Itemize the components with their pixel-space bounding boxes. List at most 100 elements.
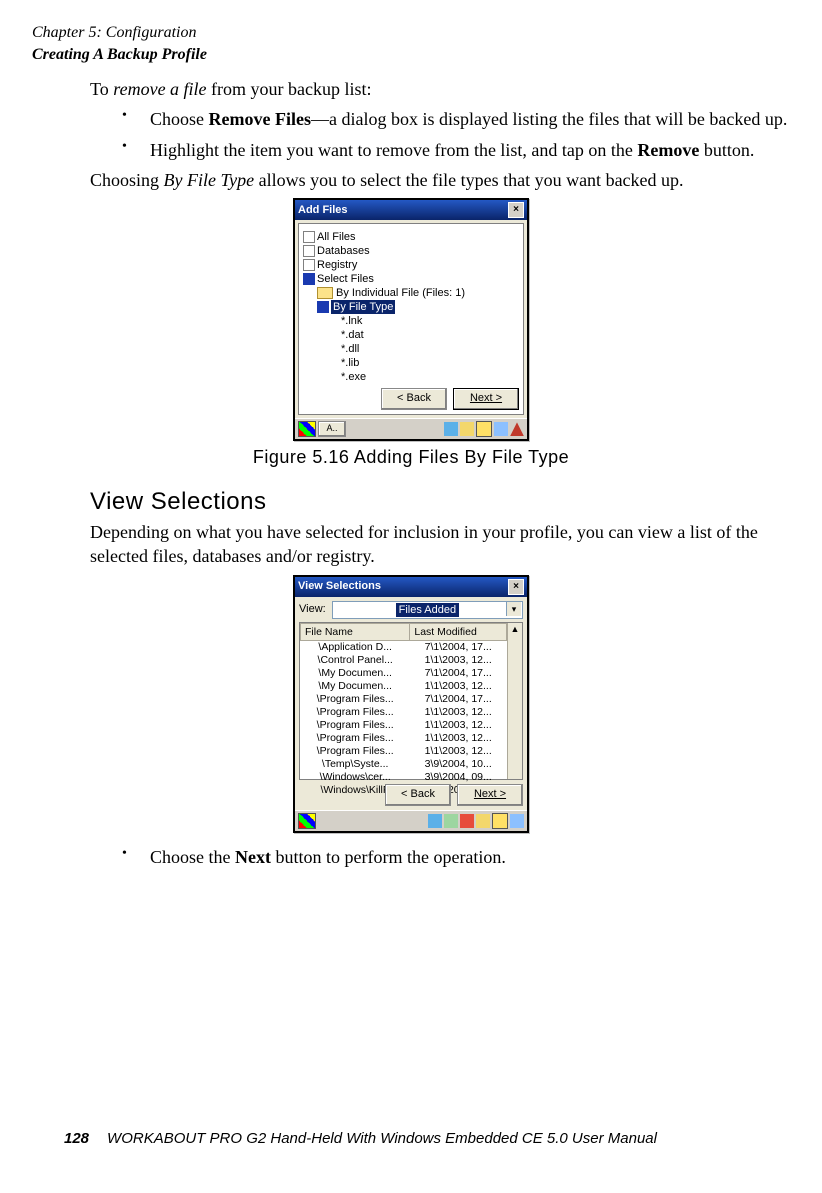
view-para: Depending on what you have selected for … <box>90 520 790 569</box>
choose-para: Choosing By File Type allows you to sele… <box>90 168 790 192</box>
tree-item[interactable]: Select Files <box>303 272 519 286</box>
back-button[interactable]: < Back <box>385 784 451 806</box>
table-row[interactable]: \Windows\cer...3\9\2004, 09... <box>301 771 507 784</box>
text: Choose <box>150 109 209 129</box>
tray-icon[interactable] <box>492 813 508 829</box>
view-row: View: Files Added <box>299 601 523 619</box>
text: from your backup list: <box>207 79 372 99</box>
table-row[interactable]: \Application D...7\1\2004, 17... <box>301 640 507 654</box>
tray-icon[interactable] <box>444 814 458 828</box>
table-row[interactable]: \Program Files...1\1\2003, 12... <box>301 732 507 745</box>
text: Remove Files <box>209 109 311 129</box>
chapter-line: Chapter 5: Configuration <box>32 22 790 44</box>
tray-icon[interactable] <box>444 422 458 436</box>
section-heading: View Selections <box>90 486 790 518</box>
tray-icon[interactable] <box>476 421 492 437</box>
tree-label: *.lnk <box>341 314 362 328</box>
tree-label: *.dat <box>341 328 364 342</box>
figure-caption: Figure 5.16 Adding Files By File Type <box>32 445 790 469</box>
tree-label: Select Files <box>317 272 374 286</box>
tray-icon[interactable] <box>460 422 474 436</box>
col-modified[interactable]: Last Modified <box>410 623 507 640</box>
scrollbar[interactable]: ▲ <box>507 623 522 779</box>
table-row[interactable]: \Program Files...1\1\2003, 12... <box>301 719 507 732</box>
text: button. <box>699 140 754 160</box>
next-button[interactable]: Next > <box>453 388 519 410</box>
text: To <box>90 79 113 99</box>
table-header[interactable]: File Name Last Modified <box>301 623 507 640</box>
tree-item[interactable]: All Files <box>303 230 519 244</box>
folder-icon <box>317 287 333 299</box>
col-filename[interactable]: File Name <box>301 623 410 640</box>
tree-pane: All Files Databases Registry Select File… <box>298 223 524 415</box>
file-list: File Name Last Modified \Application D..… <box>299 622 523 780</box>
titlebar: View Selections × <box>295 577 527 597</box>
table-row[interactable]: \My Documen...1\1\2003, 12... <box>301 680 507 693</box>
tree-item[interactable]: By Individual File (Files: 1) <box>317 286 519 300</box>
list-item: Choose the Next button to perform the op… <box>122 845 790 869</box>
chapter-header: Chapter 5: Configuration Creating A Back… <box>32 22 790 65</box>
tray-icon[interactable] <box>494 422 508 436</box>
tree-item[interactable]: Databases <box>303 244 519 258</box>
tree-label: All Files <box>317 230 356 244</box>
tree-item[interactable]: *.lnk <box>341 314 519 328</box>
start-icon[interactable] <box>298 421 316 437</box>
text: button to perform the operation. <box>271 847 506 867</box>
tray-icon[interactable] <box>510 814 524 828</box>
tree-label: *.dll <box>341 342 359 356</box>
view-label: View: <box>299 602 326 617</box>
tree-item[interactable]: *.dat <box>341 328 519 342</box>
tree-item[interactable]: Registry <box>303 258 519 272</box>
taskbar: A.. <box>295 418 527 439</box>
remove-steps: Choose Remove Files—a dialog box is disp… <box>122 107 790 162</box>
text: Next <box>235 847 271 867</box>
list-item: Choose Remove Files—a dialog box is disp… <box>122 107 790 131</box>
table-row[interactable]: \Program Files...7\1\2004, 17... <box>301 693 507 706</box>
figure-view-selections: View Selections × View: Files Added File… <box>32 575 790 833</box>
tree-label: By Individual File (Files: 1) <box>336 286 465 300</box>
text: allows you to select the file types that… <box>254 170 683 190</box>
tray-icon[interactable] <box>476 814 490 828</box>
close-icon[interactable]: × <box>508 202 524 218</box>
final-step: Choose the Next button to perform the op… <box>122 845 790 869</box>
page-footer: 128 WORKABOUT PRO G2 Hand-Held With Wind… <box>64 1129 758 1149</box>
table-row[interactable]: \Program Files...1\1\2003, 12... <box>301 745 507 758</box>
tree-item-selected[interactable]: By File Type <box>317 300 519 314</box>
text: Choose the <box>150 847 235 867</box>
page-number: 128 <box>64 1129 89 1149</box>
task-button[interactable]: A.. <box>318 421 346 437</box>
text: Remove <box>637 140 699 160</box>
table-row[interactable]: \Control Panel...1\1\2003, 12... <box>301 654 507 667</box>
view-select[interactable]: Files Added <box>332 601 523 619</box>
tray-icon[interactable] <box>428 814 442 828</box>
titlebar: Add Files × <box>295 200 527 220</box>
back-button[interactable]: < Back <box>381 388 447 410</box>
next-button[interactable]: Next > <box>457 784 523 806</box>
text: Choosing <box>90 170 164 190</box>
figure-add-files: Add Files × All Files Databases Registry… <box>32 198 790 469</box>
tree-label: Databases <box>317 244 370 258</box>
table-row[interactable]: \My Documen...7\1\2004, 17... <box>301 667 507 680</box>
intro-para: To remove a file from your backup list: <box>90 77 790 101</box>
table-row[interactable]: \Program Files...1\1\2003, 12... <box>301 706 507 719</box>
tree-item[interactable]: *.dll <box>341 342 519 356</box>
chapter-subtitle: Creating A Backup Profile <box>32 44 790 66</box>
pen-icon[interactable] <box>510 422 524 436</box>
text: By File Type <box>164 170 255 190</box>
text: —a dialog box is displayed listing the f… <box>311 109 787 129</box>
system-tray <box>444 421 524 437</box>
start-icon[interactable] <box>298 813 316 829</box>
window-title: Add Files <box>298 203 348 218</box>
table-row[interactable]: \Temp\Syste...3\9\2004, 10... <box>301 758 507 771</box>
select-value: Files Added <box>396 603 459 617</box>
tray-icon[interactable] <box>460 814 474 828</box>
tree-item[interactable]: *.lib <box>341 356 519 370</box>
tree-label: *.lib <box>341 356 359 370</box>
add-files-window: Add Files × All Files Databases Registry… <box>293 198 529 441</box>
view-selections-window: View Selections × View: Files Added File… <box>293 575 529 833</box>
close-icon[interactable]: × <box>508 579 524 595</box>
window-title: View Selections <box>298 579 381 594</box>
list-item: Highlight the item you want to remove fr… <box>122 138 790 162</box>
tree-item[interactable]: *.exe <box>341 370 519 384</box>
taskbar <box>295 810 527 831</box>
